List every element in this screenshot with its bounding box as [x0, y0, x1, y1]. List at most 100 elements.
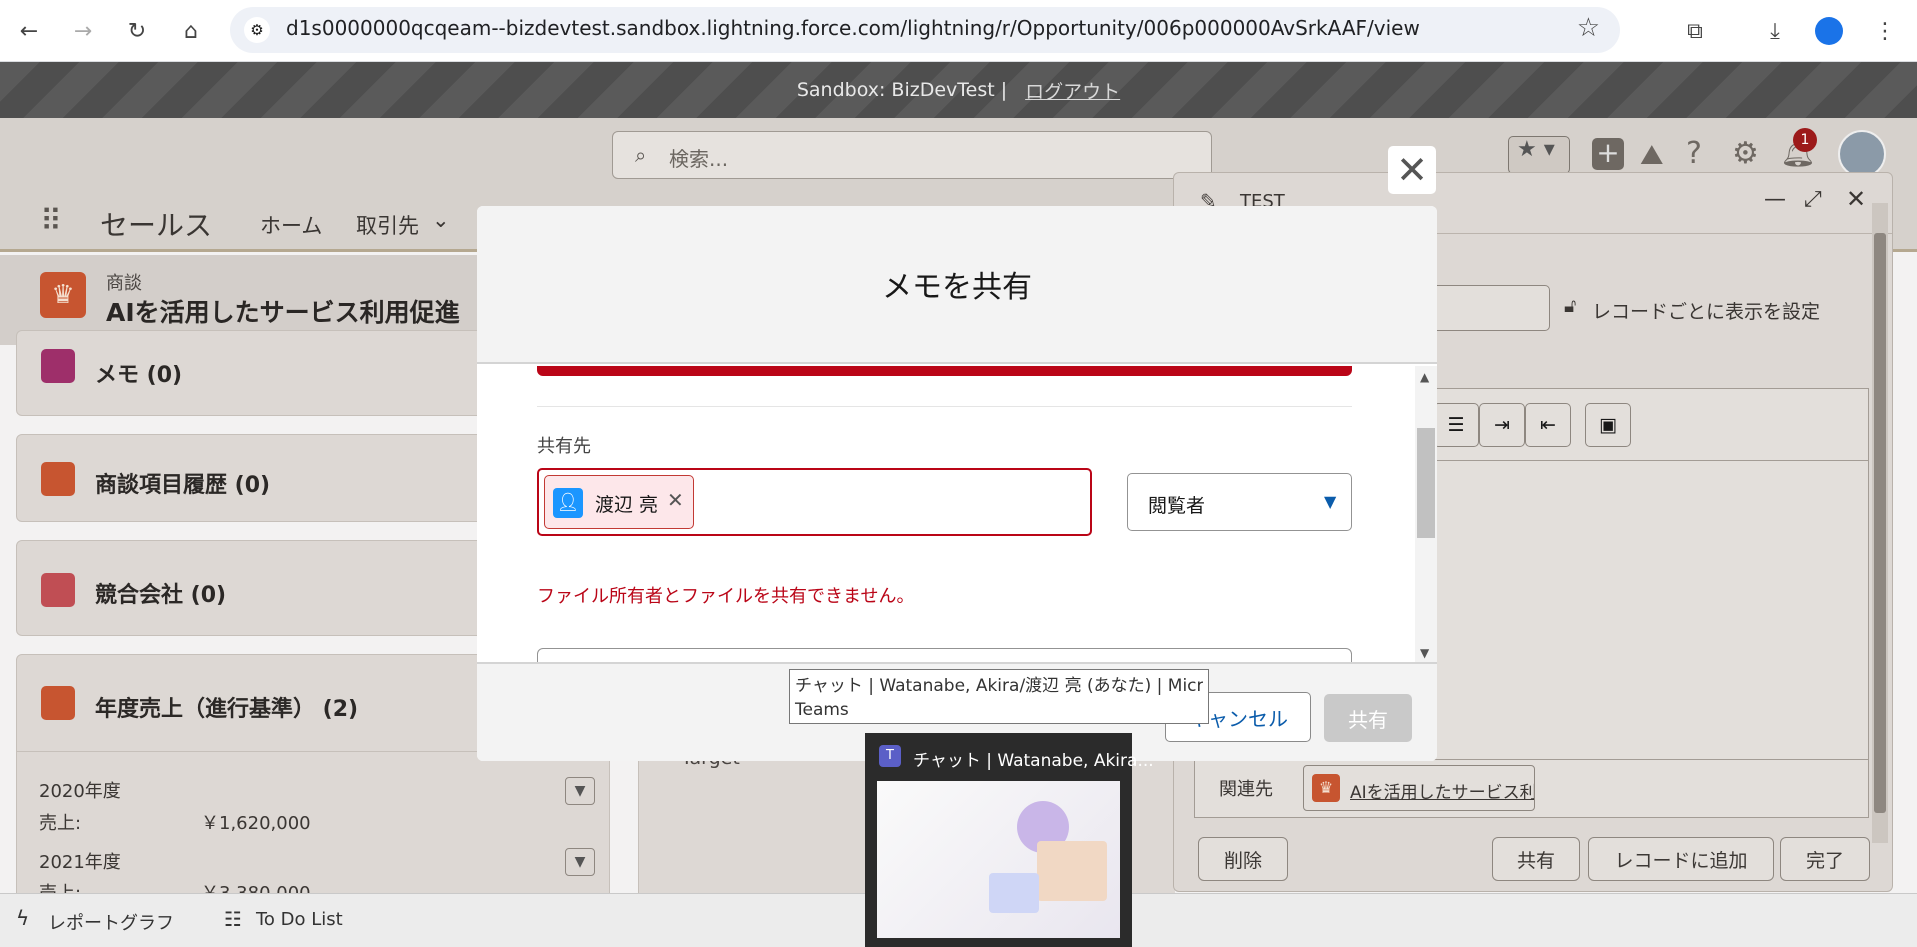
panel-scrollbar[interactable] [1872, 203, 1888, 843]
search-icon: ⌕ [635, 143, 647, 167]
site-info-icon[interactable]: ⚙ [244, 17, 270, 43]
related-title-revenue[interactable]: 年度売上（進行基準） (2) [95, 691, 358, 723]
share-to-input[interactable]: 👤︎ 渡辺 亮 ✕ [537, 468, 1092, 536]
minimize-icon[interactable]: — [1764, 187, 1786, 212]
row-action-dropdown[interactable]: ▼ [565, 777, 595, 805]
crown-icon [41, 462, 75, 496]
add-to-record-button[interactable]: レコードに追加 [1588, 837, 1774, 881]
scrollbar-thumb[interactable] [1874, 233, 1886, 813]
modal-title: メモを共有 [882, 270, 1032, 305]
avatar[interactable] [1838, 130, 1886, 178]
done-button[interactable]: 完了 [1780, 837, 1870, 881]
forward-icon[interactable]: → [64, 12, 102, 50]
car-icon [41, 573, 75, 607]
error-banner [537, 366, 1352, 376]
sandbox-banner: Sandbox: BizDevTest | ログアウト [0, 62, 1917, 118]
lock-icon: 🔓︎ [1564, 295, 1577, 317]
trailhead-icon[interactable]: ⛰ [1640, 138, 1664, 172]
teams-preview-title: チャット | Watanabe, Akira... [913, 751, 1154, 771]
image-icon[interactable]: ▣ [1585, 403, 1631, 447]
related-to-value[interactable]: AIを活用したサービス利 [1350, 778, 1534, 803]
related-title-competitors[interactable]: 競合会社 (0) [95, 577, 226, 609]
teams-preview-thumbnail [877, 781, 1120, 938]
utility-report-graph[interactable]: レポートグラフ [48, 909, 174, 935]
scroll-down-icon[interactable]: ▼ [1420, 646, 1429, 660]
download-icon[interactable]: ⤓ [1756, 12, 1794, 50]
share-submit-button[interactable]: 共有 [1324, 694, 1412, 742]
utility-todo-list[interactable]: To Do List [256, 909, 343, 930]
bookmark-star-icon[interactable]: ☆ [1577, 13, 1600, 43]
outdent-icon[interactable]: ⇤ [1525, 403, 1571, 447]
user-icon: 👤︎ [553, 488, 583, 518]
decorative-shape [989, 873, 1039, 913]
window-tooltip: チャット | Watanabe, Akira/渡辺 亮 (あなた) | Micr… [789, 669, 1209, 724]
note-title-input[interactable] [1430, 285, 1550, 331]
teams-window-preview[interactable]: T チャット | Watanabe, Akira... [865, 733, 1154, 947]
notification-badge: 1 [1793, 128, 1817, 152]
decorative-shape [1037, 841, 1107, 901]
chevron-down-icon: ▼ [1324, 492, 1337, 511]
app-launcher-icon[interactable]: ⠿ [40, 204, 62, 239]
row-action-dropdown[interactable]: ▼ [565, 848, 595, 876]
crown-icon: ♛ [1312, 774, 1340, 802]
url-text: d1s0000000qcqeam--bizdevtest.sandbox.lig… [286, 16, 1420, 40]
nav-item-accounts[interactable]: 取引先 [356, 210, 419, 240]
search-placeholder: 検索... [669, 147, 729, 171]
profile-icon[interactable] [1810, 12, 1848, 50]
global-create-icon[interactable]: + [1592, 138, 1624, 170]
sandbox-label: Sandbox: BizDevTest | [796, 79, 1008, 101]
browser-toolbar: ← → ↻ ⌂ ⚙ ☆ d1s0000000qcqeam--bizdevtest… [0, 0, 1917, 62]
crown-icon [41, 686, 75, 720]
expand-icon[interactable]: ⤢ [1804, 187, 1822, 212]
revenue-year: 2021年度 [39, 852, 121, 873]
share-button[interactable]: 共有 [1492, 837, 1580, 881]
reload-icon[interactable]: ↻ [118, 12, 156, 50]
home-icon[interactable]: ⌂ [172, 12, 210, 50]
note-icon [41, 349, 75, 383]
modal-header: メモを共有 [477, 206, 1437, 364]
visibility-setting[interactable]: レコードごとに表示を設定 [1592, 297, 1820, 324]
chevron-down-icon[interactable]: ⌄ [432, 208, 450, 232]
indent-icon[interactable]: ⇥ [1479, 403, 1525, 447]
error-message: ファイル所有者とファイルを共有できません。 [537, 586, 915, 607]
modal-scrollbar[interactable]: ▲ ▼ [1415, 366, 1437, 666]
numbered-list-icon[interactable]: ☰ [1433, 403, 1479, 447]
access-level-select[interactable]: 閲覧者 ▼ [1127, 473, 1352, 531]
back-icon[interactable]: ← [10, 12, 48, 50]
tooltip-line1: チャット | Watanabe, Akira/渡辺 亮 (あなた) | Micr… [795, 676, 1203, 696]
opportunity-crown-icon: ♛ [40, 272, 86, 318]
revenue-value: ￥1,620,000 [201, 813, 311, 834]
delete-button[interactable]: 削除 [1198, 837, 1288, 881]
revenue-label: 売上: [39, 813, 82, 834]
user-pill[interactable]: 👤︎ 渡辺 亮 ✕ [544, 475, 694, 529]
checklist-icon: ☷ [224, 907, 242, 931]
related-to-label: 関連先 [1219, 779, 1273, 800]
menu-icon[interactable]: ⋮ [1866, 12, 1904, 50]
tooltip-line2: Teams [795, 700, 849, 720]
lightning-icon: ϟ [16, 906, 30, 930]
close-panel-icon[interactable]: ✕ [1846, 185, 1866, 213]
scrollbar-thumb[interactable] [1417, 428, 1435, 538]
user-pill-name: 渡辺 亮 [595, 494, 659, 516]
share-to-label: 共有先 [537, 436, 591, 457]
nav-item-home[interactable]: ホーム [260, 210, 322, 240]
revenue-year: 2020年度 [39, 781, 121, 802]
record-title: AIを活用したサービス利用促進 [106, 298, 460, 327]
teams-icon: T [879, 745, 901, 767]
favorites-star-icon[interactable]: ★ ▾ [1508, 136, 1570, 174]
related-to-pill[interactable]: ♛ AIを活用したサービス利 [1303, 765, 1535, 811]
logout-link[interactable]: ログアウト [1025, 77, 1120, 104]
remove-pill-icon[interactable]: ✕ [667, 488, 684, 512]
scroll-up-icon[interactable]: ▲ [1420, 370, 1429, 384]
setup-gear-icon[interactable]: ⚙ [1732, 136, 1759, 171]
related-title-history[interactable]: 商談項目履歴 (0) [95, 467, 270, 499]
global-search-input[interactable]: ⌕ 検索... [612, 131, 1212, 179]
extensions-icon[interactable]: ⧉ [1676, 12, 1714, 50]
help-icon[interactable]: ? [1686, 136, 1702, 171]
modal-close-icon[interactable]: ✕ [1388, 146, 1436, 194]
app-name: セールス [100, 209, 213, 242]
related-title-notes[interactable]: メモ (0) [95, 357, 182, 389]
divider [537, 406, 1352, 407]
access-level-value: 閲覧者 [1148, 495, 1206, 517]
